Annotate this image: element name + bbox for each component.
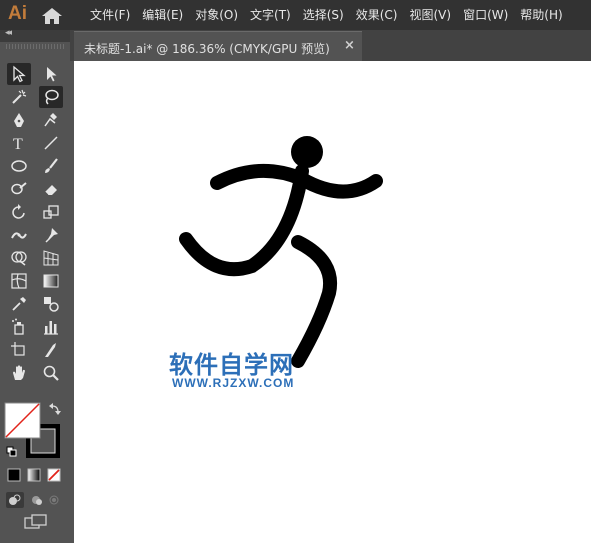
- type-tool-icon[interactable]: T: [7, 132, 31, 154]
- artboard-canvas[interactable]: 软件自学网 WWW.RJZXW.COM: [74, 61, 591, 543]
- figure-head: [291, 136, 323, 168]
- menu-file[interactable]: 文件(F): [84, 0, 136, 30]
- line-segment-tool-icon[interactable]: [39, 132, 63, 154]
- draw-mode-buttons[interactable]: [6, 492, 66, 508]
- tools-panel: ◂◂ T: [0, 28, 70, 543]
- curvature-tool-icon[interactable]: [39, 109, 63, 131]
- puppet-warp-tool-icon[interactable]: [39, 224, 63, 246]
- svg-text:T: T: [13, 136, 23, 152]
- panel-grip[interactable]: [6, 44, 64, 49]
- blend-tool-icon[interactable]: [39, 293, 63, 315]
- menu-effect[interactable]: 效果(C): [350, 0, 404, 30]
- width-tool-icon[interactable]: [7, 224, 31, 246]
- pen-tool-icon[interactable]: [7, 109, 31, 131]
- menu-type[interactable]: 文字(T): [244, 0, 297, 30]
- column-graph-tool-icon[interactable]: [39, 316, 63, 338]
- perspective-grid-tool-icon[interactable]: [39, 247, 63, 269]
- menu-select[interactable]: 选择(S): [297, 0, 350, 30]
- hand-tool-icon[interactable]: [7, 362, 31, 384]
- menu-help[interactable]: 帮助(H): [514, 0, 568, 30]
- main-menu: 文件(F) 编辑(E) 对象(O) 文字(T) 选择(S) 效果(C) 视图(V…: [84, 0, 569, 30]
- slice-tool-icon[interactable]: [39, 339, 63, 361]
- running-figure-artwork[interactable]: [74, 61, 591, 543]
- collapse-icon[interactable]: ◂◂: [5, 28, 12, 38]
- screen-mode-icon[interactable]: [24, 514, 48, 530]
- rotate-tool-icon[interactable]: [7, 201, 31, 223]
- figure-leg: [291, 235, 337, 368]
- menu-view[interactable]: 视图(V): [403, 0, 457, 30]
- magic-wand-tool-icon[interactable]: [7, 86, 31, 108]
- menu-object[interactable]: 对象(O): [189, 0, 244, 30]
- menu-edit[interactable]: 编辑(E): [136, 0, 189, 30]
- watermark-title: 软件自学网: [169, 351, 294, 379]
- gradient-tool-icon[interactable]: [39, 270, 63, 292]
- menu-bar: Ai 文件(F) 编辑(E) 对象(O) 文字(T) 选择(S) 效果(C) 视…: [0, 0, 591, 30]
- mesh-tool-icon[interactable]: [7, 270, 31, 292]
- artboard-tool-icon[interactable]: [7, 339, 31, 361]
- ellipse-tool-icon[interactable]: [7, 155, 31, 177]
- fill-stroke-swatches[interactable]: [4, 400, 66, 460]
- document-tab[interactable]: 未标题-1.ai* @ 186.36% (CMYK/GPU 预览) ×: [74, 31, 362, 62]
- shaper-tool-icon[interactable]: [7, 178, 31, 200]
- menu-window[interactable]: 窗口(W): [457, 0, 514, 30]
- symbol-sprayer-tool-icon[interactable]: [7, 316, 31, 338]
- eraser-tool-icon[interactable]: [39, 178, 63, 200]
- figure-back: [179, 164, 309, 277]
- document-tab-bar: 未标题-1.ai* @ 186.36% (CMYK/GPU 预览) ×: [70, 30, 591, 62]
- tools-panel-header: ◂◂: [0, 28, 70, 42]
- close-icon[interactable]: ×: [344, 38, 355, 53]
- shape-builder-tool-icon[interactable]: [7, 247, 31, 269]
- paintbrush-tool-icon[interactable]: [39, 155, 63, 177]
- scale-tool-icon[interactable]: [39, 201, 63, 223]
- selection-tool-icon[interactable]: [7, 63, 31, 85]
- zoom-tool-icon[interactable]: [39, 362, 63, 384]
- app-logo: Ai: [8, 3, 27, 24]
- direct-selection-tool-icon[interactable]: [39, 63, 63, 85]
- lasso-tool-icon[interactable]: [39, 86, 63, 108]
- eyedropper-tool-icon[interactable]: [7, 293, 31, 315]
- home-icon[interactable]: [41, 7, 63, 25]
- document-tab-title: 未标题-1.ai* @ 186.36% (CMYK/GPU 预览): [84, 42, 330, 56]
- color-mode-buttons[interactable]: [6, 467, 66, 483]
- watermark-url: WWW.RJZXW.COM: [172, 376, 295, 390]
